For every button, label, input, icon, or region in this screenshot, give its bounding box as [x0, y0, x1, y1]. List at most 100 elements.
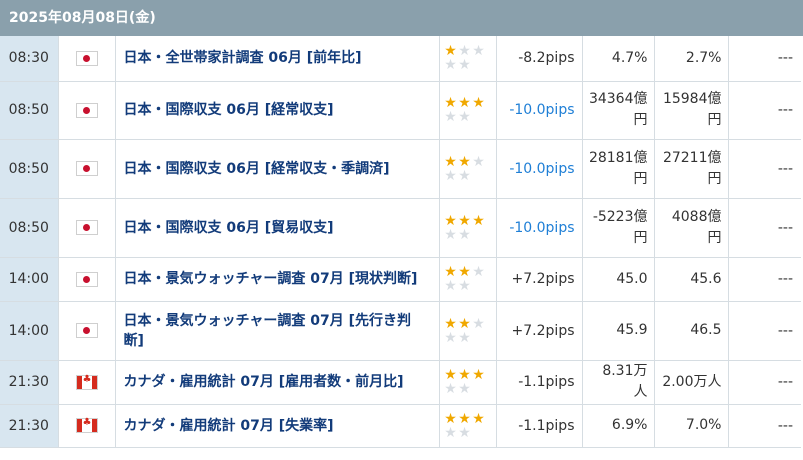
event-title[interactable]: 日本・全世帯家計調査 06月 [前年比] — [115, 36, 440, 82]
star-grid: ★ ★ ★ ★ ★ — [444, 412, 492, 440]
star-icon: ★ — [472, 264, 485, 280]
pips-value: -10.0pips — [496, 198, 583, 258]
forecast-value: 15984億円 — [654, 81, 729, 140]
previous-value: 4.7% — [582, 36, 655, 82]
jp-flag-icon — [75, 50, 98, 66]
star-icon: ★ — [444, 424, 457, 441]
pips-value: -1.1pips — [496, 404, 583, 448]
importance-rating: ★ ★ ★ ★ ★ — [439, 139, 497, 199]
event-title[interactable]: 日本・国際収支 06月 [経常収支] — [115, 81, 440, 140]
star-icon: ★ — [472, 212, 485, 229]
star-icon: ★ — [444, 226, 457, 243]
importance-rating: ★ ★ ★ ★ ★ — [439, 198, 497, 258]
actual-value: --- — [728, 360, 801, 405]
star-grid: ★ ★ ★ ★ ★ — [444, 265, 492, 293]
star-icon: ★ — [444, 315, 457, 332]
ca-flag-icon — [75, 374, 98, 390]
event-time: 08:50 — [0, 198, 59, 258]
pips-value: -8.2pips — [496, 36, 583, 82]
event-title[interactable]: カナダ・雇用統計 07月 [失業率] — [115, 404, 440, 448]
importance-rating: ★ ★ ★ ★ ★ — [439, 36, 497, 82]
previous-value: 8.31万人 — [582, 360, 655, 405]
importance-rating: ★ ★ ★ ★ ★ — [439, 301, 497, 361]
star-icon: ★ — [458, 167, 471, 184]
previous-value: 45.9 — [582, 301, 655, 361]
star-icon: ★ — [444, 153, 457, 170]
country-flag-cell — [58, 404, 116, 448]
star-icon: ★ — [458, 264, 471, 280]
table-row[interactable]: 21:30 カナダ・雇用統計 07月 [失業率]★★★★★-1.1pips6.9%… — [0, 404, 801, 448]
forecast-value: 2.7% — [654, 36, 729, 82]
importance-rating: ★ ★ ★ ★ ★ — [439, 257, 497, 302]
forecast-value: 27211億円 — [654, 139, 729, 199]
forecast-value: 46.5 — [654, 301, 729, 361]
table-row[interactable]: 08:50 日本・国際収支 06月 [経常収支・季調済] ★ ★ ★ ★ ★ -10.0pip… — [0, 139, 801, 199]
star-grid: ★ ★ ★ ★ ★ — [444, 317, 492, 345]
star-icon: ★ — [444, 57, 457, 74]
star-icon: ★ — [444, 95, 457, 111]
table-row[interactable]: 08:30 日本・全世帯家計調査 06月 [前年比] ★ ★ ★ ★ ★ -8.2pips 4.… — [0, 36, 801, 82]
pips-value: -10.0pips — [496, 81, 583, 140]
importance-rating: ★ ★ ★ ★ ★ — [439, 404, 497, 448]
star-grid: ★ ★ ★ ★ ★ — [444, 44, 492, 72]
table-row[interactable]: 14:00 日本・景気ウォッチャー調査 07月 [先行き判断] ★ ★ ★ ★ ★ +7.2p… — [0, 301, 801, 361]
star-grid: ★ ★ ★ ★ ★ — [444, 368, 492, 396]
table-row[interactable]: 21:30カナダ・雇用統計 07月 [雇用者数・前月比]★★★★★-1.1pip… — [0, 360, 801, 405]
date-header: 2025年08月08日(金) — [0, 0, 803, 36]
table-row[interactable]: 14:00 日本・景気ウォッチャー調査 07月 [現状判断] ★ ★ ★ ★ ★ +7.2pi… — [0, 257, 801, 302]
table-row[interactable]: 08:50 日本・国際収支 06月 [貿易収支] ★ ★ ★ ★ ★ -10.0pips -52… — [0, 198, 801, 258]
star-icon: ★ — [444, 212, 457, 229]
event-time: 08:30 — [0, 36, 59, 82]
actual-value: --- — [728, 257, 801, 302]
star-grid: ★ ★ ★ ★ ★ — [444, 96, 492, 124]
forecast-value: 45.6 — [654, 257, 729, 302]
star-icon: ★ — [444, 109, 457, 125]
actual-value: --- — [728, 81, 801, 140]
event-title[interactable]: 日本・景気ウォッチャー調査 07月 [先行き判断] — [115, 301, 440, 361]
star-icon: ★ — [458, 410, 471, 427]
table-row[interactable]: 08:50 日本・国際収支 06月 [経常収支] ★ ★ ★ ★ ★ -10.0pips 343… — [0, 81, 801, 140]
forecast-value: 2.00万人 — [654, 360, 729, 405]
star-icon: ★ — [458, 212, 471, 229]
country-flag-cell — [58, 301, 116, 361]
previous-value: 6.9% — [582, 404, 655, 448]
previous-value: 28181億円 — [582, 139, 655, 199]
forecast-value: 4088億円 — [654, 198, 729, 258]
jp-flag-icon — [75, 220, 98, 235]
pips-value: -1.1pips — [496, 360, 583, 405]
jp-flag-icon — [75, 323, 98, 338]
event-time: 08:50 — [0, 139, 59, 199]
event-title[interactable]: 日本・国際収支 06月 [経常収支・季調済] — [115, 139, 440, 199]
event-title[interactable]: 日本・国際収支 06月 [貿易収支] — [115, 198, 440, 258]
event-title[interactable]: カナダ・雇用統計 07月 [雇用者数・前月比] — [115, 360, 440, 405]
jp-flag-icon — [75, 102, 98, 118]
star-icon: ★ — [458, 367, 471, 383]
event-time: 14:00 — [0, 257, 59, 302]
event-time: 21:30 — [0, 404, 59, 448]
country-flag-cell — [58, 81, 116, 140]
date-label: 2025年08月08日(金) — [9, 10, 156, 26]
star-icon: ★ — [444, 410, 457, 427]
star-icon: ★ — [444, 381, 457, 397]
country-flag-cell — [58, 36, 116, 82]
star-icon: ★ — [444, 278, 457, 294]
jp-flag-icon — [75, 271, 98, 287]
star-icon: ★ — [444, 167, 457, 184]
star-icon: ★ — [458, 278, 471, 294]
actual-value: --- — [728, 301, 801, 361]
star-icon: ★ — [458, 153, 471, 170]
importance-rating: ★ ★ ★ ★ ★ — [439, 360, 497, 405]
star-icon: ★ — [458, 329, 471, 346]
pips-value: -10.0pips — [496, 139, 583, 199]
pips-value: +7.2pips — [496, 301, 583, 361]
star-icon: ★ — [444, 329, 457, 346]
event-title[interactable]: 日本・景気ウォッチャー調査 07月 [現状判断] — [115, 257, 440, 302]
star-icon: ★ — [444, 43, 457, 60]
economic-calendar-table: 08:30 日本・全世帯家計調査 06月 [前年比] ★ ★ ★ ★ ★ -8.2pips 4.… — [0, 36, 801, 448]
star-icon: ★ — [458, 43, 471, 60]
star-icon: ★ — [472, 95, 485, 111]
forecast-value: 7.0% — [654, 404, 729, 448]
country-flag-cell — [58, 360, 116, 405]
country-flag-cell — [58, 139, 116, 199]
ca-flag-icon — [75, 417, 98, 433]
